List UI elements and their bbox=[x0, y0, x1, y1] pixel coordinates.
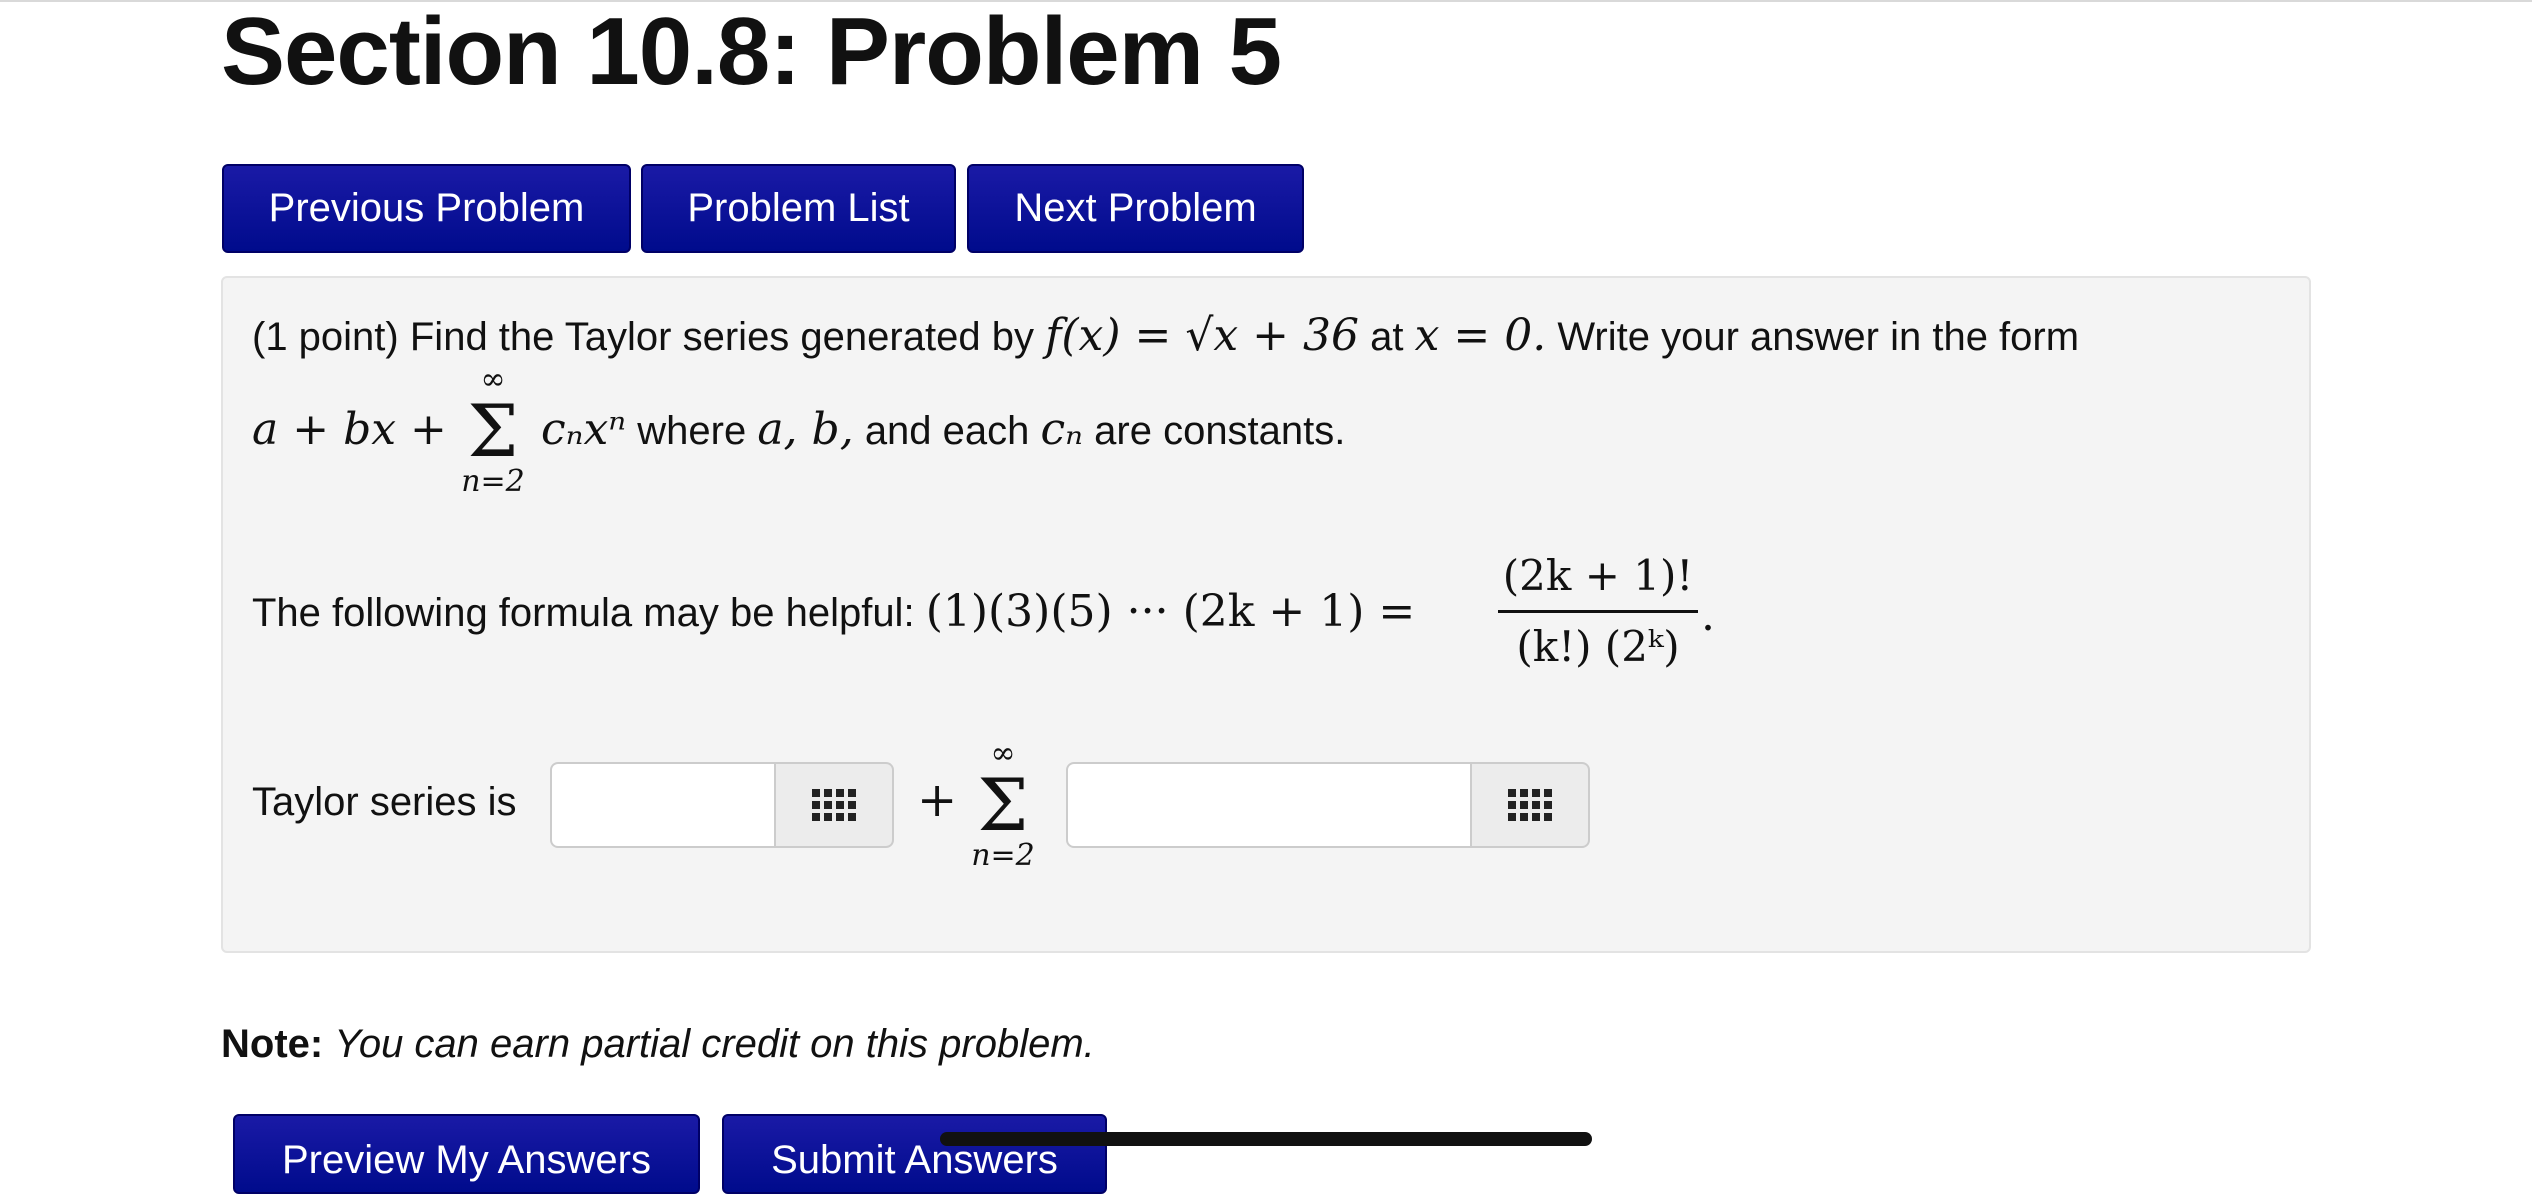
cn-var: cₙ bbox=[1040, 404, 1084, 455]
form-sum-lower: n=2 bbox=[461, 464, 525, 499]
problem-at-word: at bbox=[1370, 315, 1404, 359]
are-constants-text: are constants. bbox=[1094, 409, 1346, 453]
page-title: Section 10.8: Problem 5 bbox=[221, 0, 1282, 105]
form-summation: ∞ Σ n=2 bbox=[453, 364, 533, 498]
helper-denominator: (k!) (2ᵏ) bbox=[1516, 622, 1680, 671]
note-text: You can earn partial credit on this prob… bbox=[334, 1022, 1095, 1066]
where-text: where bbox=[637, 409, 747, 453]
answer-sum-symbol: Σ bbox=[977, 763, 1029, 847]
form-sum-term: cₙxⁿ bbox=[541, 404, 627, 455]
preview-answers-button[interactable]: Preview My Answers bbox=[233, 1114, 700, 1194]
problem-function: f(x) = √x + 36 bbox=[1045, 310, 1360, 361]
form-sum-symbol: Σ bbox=[467, 389, 519, 473]
answer-plus: + bbox=[917, 772, 958, 828]
problem-line-1: (1 point) Find the Taylor series generat… bbox=[252, 312, 2079, 361]
and-each-text: and each bbox=[864, 409, 1030, 453]
submit-answers-button[interactable]: Submit Answers bbox=[722, 1114, 1107, 1194]
problem-point: x = 0. bbox=[1414, 310, 1547, 361]
problem-points: (1 point) bbox=[252, 315, 399, 359]
equation-palette-button-1[interactable] bbox=[776, 762, 894, 848]
constants-vars: a, b, bbox=[757, 404, 854, 455]
helper-period: . bbox=[1701, 590, 1715, 641]
helper-line: The following formula may be helpful: (1… bbox=[252, 588, 1415, 637]
grid-icon bbox=[812, 789, 856, 821]
helper-numerator: (2k + 1)! bbox=[1502, 551, 1694, 600]
problem-form-intro: Write your answer in the form bbox=[1557, 315, 2080, 359]
helper-lhs: (1)(3)(5) ··· (2k + 1) = bbox=[925, 586, 1416, 637]
problem-intro: Find the Taylor series generated by bbox=[409, 315, 1034, 359]
grid-icon bbox=[1508, 789, 1552, 821]
previous-problem-button[interactable]: Previous Problem bbox=[222, 164, 631, 253]
partial-credit-note: Note: You can earn partial credit on thi… bbox=[221, 1020, 1095, 1068]
horizontal-scrollbar[interactable] bbox=[940, 1132, 1592, 1146]
next-problem-button[interactable]: Next Problem bbox=[967, 164, 1304, 253]
problem-line-2: cₙxⁿ where a, b, and each cₙ are constan… bbox=[541, 406, 1345, 455]
note-label: Note: bbox=[221, 1022, 324, 1066]
problem-panel: (1 point) Find the Taylor series generat… bbox=[221, 276, 2311, 953]
answer-input-a-bx[interactable] bbox=[550, 762, 776, 848]
equation-palette-button-2[interactable] bbox=[1472, 762, 1590, 848]
helper-text: The following formula may be helpful: bbox=[252, 591, 915, 635]
answer-input-cn[interactable] bbox=[1066, 762, 1472, 848]
answer-sum-lower: n=2 bbox=[971, 838, 1035, 873]
fraction-bar bbox=[1498, 610, 1698, 613]
form-expression: a + bx + bbox=[252, 404, 447, 455]
problem-list-button[interactable]: Problem List bbox=[641, 164, 956, 253]
answer-label: Taylor series is bbox=[252, 780, 517, 824]
helper-fraction: (2k + 1)! (k!) (2ᵏ) bbox=[1498, 548, 1698, 675]
answer-summation: ∞ Σ n=2 bbox=[961, 738, 1045, 872]
